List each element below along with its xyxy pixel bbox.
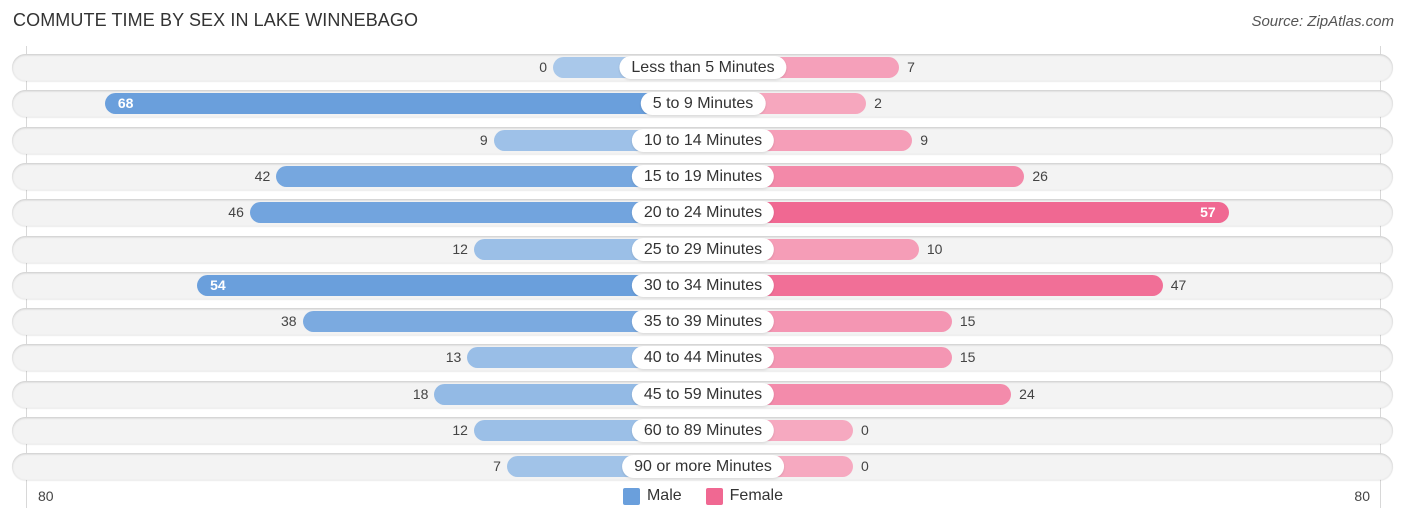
value-label-female: 2 bbox=[874, 95, 882, 112]
value-label-female: 15 bbox=[959, 313, 976, 330]
category-label: 45 to 59 Minutes bbox=[631, 382, 775, 406]
bar-male[interactable] bbox=[197, 274, 703, 296]
value-label-male: 0 bbox=[539, 59, 547, 75]
category-label: 5 to 9 Minutes bbox=[640, 92, 766, 116]
bar-female[interactable] bbox=[703, 202, 1229, 224]
legend-label-male: Male bbox=[646, 487, 682, 504]
category-label: 25 to 29 Minutes bbox=[631, 237, 775, 261]
bar-male[interactable] bbox=[104, 93, 703, 115]
value-label-female: 0 bbox=[861, 458, 869, 475]
legend: Male Female bbox=[0, 487, 1406, 505]
value-label-male: 54 bbox=[210, 276, 226, 293]
value-label-female: 57 bbox=[1200, 204, 1216, 221]
value-label-male: 13 bbox=[445, 349, 462, 366]
category-label: 10 to 14 Minutes bbox=[631, 128, 775, 152]
category-label: 15 to 19 Minutes bbox=[631, 164, 775, 188]
value-label-female: 26 bbox=[1032, 167, 1048, 184]
value-label-male: 9 bbox=[479, 131, 488, 148]
legend-item-female[interactable]: Female bbox=[705, 487, 784, 505]
category-label: 40 to 44 Minutes bbox=[631, 346, 775, 370]
legend-label-female: Female bbox=[729, 487, 784, 504]
value-label-female: 24 bbox=[1019, 385, 1035, 402]
legend-swatch-female bbox=[705, 487, 723, 505]
source-label: Source: ZipAtlas.com bbox=[1251, 13, 1394, 30]
value-label-female: 7 bbox=[907, 59, 915, 75]
legend-swatch-male bbox=[622, 487, 640, 505]
value-label-female: 10 bbox=[926, 240, 943, 257]
category-label: 30 to 34 Minutes bbox=[631, 273, 775, 297]
value-label-male: 12 bbox=[452, 422, 468, 438]
value-label-male: 38 bbox=[281, 313, 297, 330]
value-label-female: 15 bbox=[959, 349, 976, 366]
category-label: 60 to 89 Minutes bbox=[631, 419, 775, 442]
value-label-male: 42 bbox=[254, 167, 271, 184]
value-label-male: 46 bbox=[228, 204, 244, 221]
legend-item-male[interactable]: Male bbox=[622, 487, 682, 505]
value-label-male: 7 bbox=[493, 458, 501, 475]
value-label-male: 18 bbox=[412, 385, 429, 402]
category-label: Less than 5 Minutes bbox=[619, 56, 787, 79]
value-label-male: 12 bbox=[452, 240, 468, 257]
value-label-male: 68 bbox=[117, 95, 134, 112]
chart-title: COMMUTE TIME BY SEX IN LAKE WINNEBAGO bbox=[13, 10, 419, 30]
value-label-female: 0 bbox=[861, 422, 869, 438]
category-label: 35 to 39 Minutes bbox=[631, 310, 775, 334]
value-label-female: 9 bbox=[920, 131, 929, 148]
value-label-female: 47 bbox=[1170, 276, 1187, 293]
category-label: 90 or more Minutes bbox=[622, 455, 784, 479]
category-label: 20 to 24 Minutes bbox=[631, 201, 775, 225]
